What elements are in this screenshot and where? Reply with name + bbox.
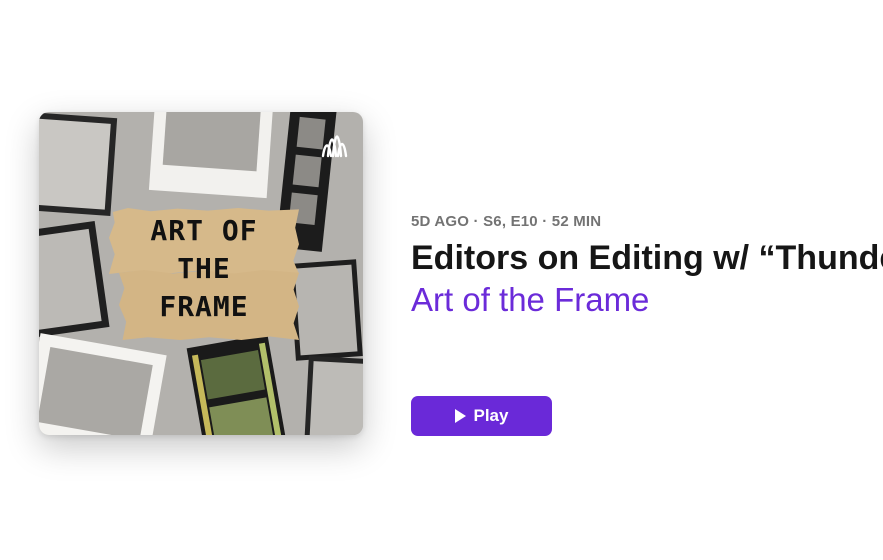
- play-button[interactable]: Play: [411, 396, 552, 436]
- play-icon: [454, 409, 466, 423]
- artwork-title-line: ART OF: [150, 214, 258, 247]
- artwork-title: ART OF THE FRAME: [109, 212, 299, 326]
- episode-title[interactable]: Editors on Editing w/ “Thunderbolts*” Ed…: [411, 238, 883, 278]
- play-button-label: Play: [473, 406, 509, 425]
- podcast-waveform-icon: [321, 135, 348, 158]
- episode-info: 5D AGO · S6, E10 · 52 MIN Editors on Edi…: [411, 212, 883, 322]
- artwork-title-line: FRAME: [159, 290, 249, 323]
- artwork-title-line: THE: [177, 252, 231, 285]
- show-name-link[interactable]: Art of the Frame: [411, 278, 883, 322]
- episode-artwork[interactable]: ART OF THE FRAME: [39, 112, 363, 435]
- episode-meta: 5D AGO · S6, E10 · 52 MIN: [411, 213, 602, 230]
